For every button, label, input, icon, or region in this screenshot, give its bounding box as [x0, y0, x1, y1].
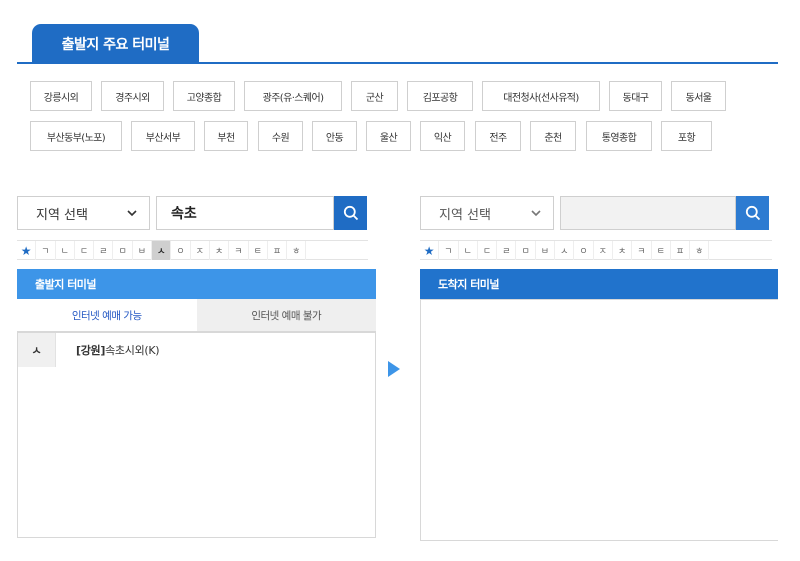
- departure-consonant-12[interactable]: ㅌ: [249, 241, 268, 260]
- terminal-chip[interactable]: 부산서부: [131, 121, 195, 151]
- departure-booking-tabs: 인터넷 예매 가능 인터넷 예매 불가: [17, 299, 376, 332]
- departure-consonant-13[interactable]: ㅍ: [268, 241, 288, 260]
- result-terminal: 속초시외(K): [105, 344, 160, 357]
- arrival-consonant-6[interactable]: ㅂ: [536, 241, 556, 260]
- terminal-chip[interactable]: 김포공항: [407, 81, 473, 111]
- departure-consonant-10[interactable]: ㅊ: [210, 241, 230, 260]
- arrival-consonant-5[interactable]: ㅁ: [516, 241, 536, 260]
- departure-consonant-14[interactable]: ㅎ: [287, 241, 307, 260]
- terminal-chip[interactable]: 통영종합: [586, 121, 652, 151]
- major-terminals-tab[interactable]: 출발지 주요 터미널: [32, 24, 199, 64]
- arrival-consonant-8[interactable]: ㅇ: [574, 241, 594, 260]
- terminal-chip[interactable]: 전주: [475, 121, 521, 151]
- arrival-search-input[interactable]: [560, 196, 736, 230]
- departure-consonant-7[interactable]: ㅅ: [152, 241, 172, 260]
- terminal-chip[interactable]: 안동: [312, 121, 357, 151]
- departure-consonant-5[interactable]: ㅁ: [113, 241, 133, 260]
- terminal-chip[interactable]: 울산: [366, 121, 411, 151]
- search-icon: [343, 205, 358, 221]
- search-icon: [745, 205, 760, 221]
- star-icon[interactable]: ★: [420, 241, 440, 260]
- terminal-chip[interactable]: 포항: [661, 121, 712, 151]
- terminal-chip[interactable]: 경주시외: [101, 81, 164, 111]
- departure-consonant-8[interactable]: ㅇ: [171, 241, 191, 260]
- arrival-consonant-12[interactable]: ㅌ: [652, 241, 671, 260]
- departure-search-value: 속초: [171, 206, 197, 222]
- departure-search-input[interactable]: 속초: [156, 196, 334, 230]
- result-terminal-name[interactable]: [강원]속초시외(K): [56, 342, 160, 358]
- arrival-consonant-13[interactable]: ㅍ: [671, 241, 691, 260]
- departure-list-header: 출발지 터미널: [17, 269, 376, 299]
- departure-consonant-11[interactable]: ㅋ: [229, 241, 249, 260]
- arrival-consonant-3[interactable]: ㄷ: [478, 241, 498, 260]
- terminal-chip[interactable]: 군산: [351, 81, 398, 111]
- departure-terminal-list: ㅅ [강원]속초시외(K): [17, 332, 376, 538]
- arrival-search-button[interactable]: [736, 196, 769, 230]
- arrival-consonant-4[interactable]: ㄹ: [497, 241, 517, 260]
- terminal-chip[interactable]: 수원: [258, 121, 303, 151]
- arrival-consonant-1[interactable]: ㄱ: [439, 241, 459, 260]
- result-consonant: ㅅ: [18, 333, 56, 367]
- terminal-chip[interactable]: 부산동부(노포): [30, 121, 122, 151]
- departure-search-button[interactable]: [334, 196, 367, 230]
- star-icon[interactable]: ★: [17, 241, 37, 260]
- chevron-down-icon: [127, 210, 137, 217]
- arrival-consonant-11[interactable]: ㅋ: [632, 241, 652, 260]
- list-item[interactable]: ㅅ [강원]속초시외(K): [18, 333, 375, 367]
- terminal-chip[interactable]: 춘천: [530, 121, 576, 151]
- departure-region-select[interactable]: 지역 선택: [17, 196, 150, 230]
- departure-consonant-9[interactable]: ㅈ: [191, 241, 210, 260]
- arrival-region-select-label: 지역 선택: [439, 207, 491, 223]
- terminal-chip[interactable]: 대전청사(선사유적): [482, 81, 600, 111]
- terminal-chip[interactable]: 부천: [204, 121, 248, 151]
- arrival-list-header: 도착지 터미널: [420, 269, 778, 299]
- arrival-consonant-9[interactable]: ㅈ: [594, 241, 613, 260]
- major-terminals-tab-bar: 출발지 주요 터미널: [17, 24, 778, 64]
- terminal-chip[interactable]: 익산: [420, 121, 465, 151]
- arrival-consonant-filter: ★ ㄱㄴㄷㄹㅁㅂㅅㅇㅈㅊㅋㅌㅍㅎ: [420, 240, 772, 260]
- departure-consonant-6[interactable]: ㅂ: [133, 241, 153, 260]
- departure-consonant-2[interactable]: ㄴ: [56, 241, 75, 260]
- terminal-chip[interactable]: 고양종합: [173, 81, 235, 111]
- terminal-chip[interactable]: 강릉시외: [30, 81, 92, 111]
- tab-internet-booking-available[interactable]: 인터넷 예매 가능: [17, 299, 197, 331]
- tab-internet-booking-unavailable[interactable]: 인터넷 예매 불가: [196, 299, 376, 331]
- arrival-consonant-10[interactable]: ㅊ: [613, 241, 633, 260]
- chevron-down-icon: [531, 210, 541, 217]
- departure-consonant-3[interactable]: ㄷ: [75, 241, 95, 260]
- departure-consonant-filter: ★ ㄱㄴㄷㄹㅁㅂㅅㅇㅈㅊㅋㅌㅍㅎ: [17, 240, 368, 260]
- result-region: [강원]: [76, 344, 106, 357]
- departure-region-select-label: 지역 선택: [36, 207, 88, 223]
- terminal-chip[interactable]: 동대구: [609, 81, 662, 111]
- terminal-chip[interactable]: 광주(유·스퀘어): [244, 81, 342, 111]
- arrival-consonant-7[interactable]: ㅅ: [555, 241, 575, 260]
- arrow-right-icon: [388, 361, 400, 377]
- arrival-region-select[interactable]: 지역 선택: [420, 196, 554, 230]
- departure-consonant-1[interactable]: ㄱ: [36, 241, 56, 260]
- arrival-consonant-2[interactable]: ㄴ: [459, 241, 478, 260]
- arrival-consonant-14[interactable]: ㅎ: [690, 241, 710, 260]
- departure-consonant-4[interactable]: ㄹ: [94, 241, 114, 260]
- terminal-chip[interactable]: 동서울: [671, 81, 726, 111]
- arrival-terminal-list: [420, 299, 778, 541]
